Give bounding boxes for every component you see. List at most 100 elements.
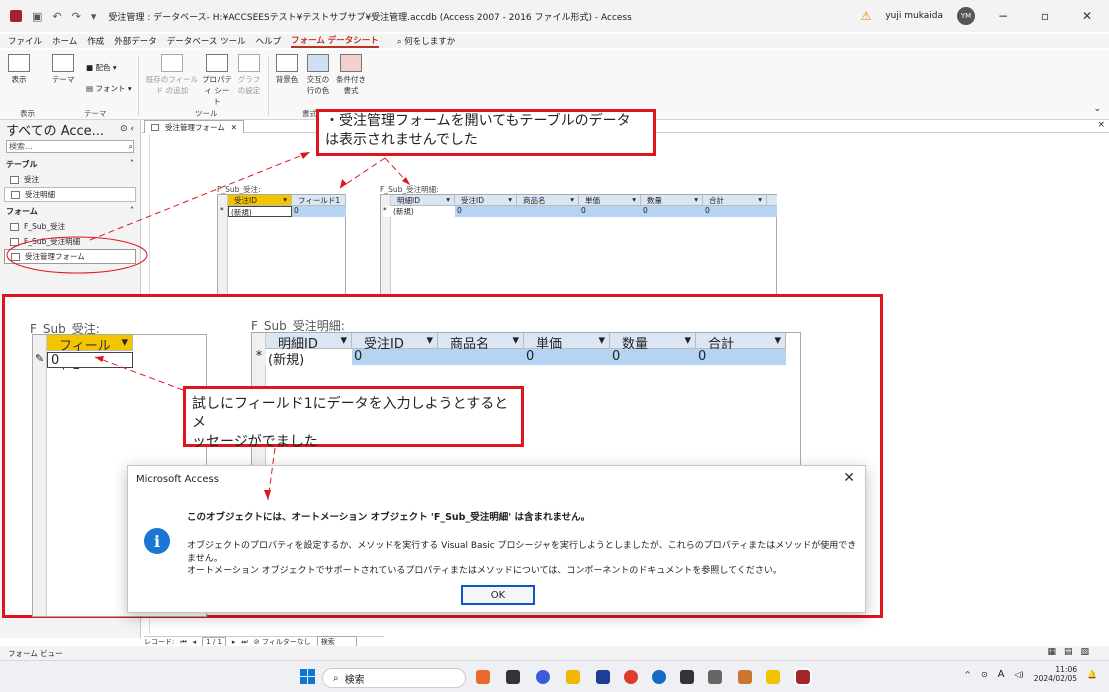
cell[interactable]: 0 bbox=[455, 206, 517, 217]
file-explorer-icon[interactable] bbox=[566, 670, 580, 684]
column-header[interactable]: 明細ID ▾ bbox=[266, 333, 352, 352]
fonts-button[interactable]: ▤ フォント ▾ bbox=[86, 83, 132, 94]
subform-order-details[interactable]: 明細ID ▾ 受注ID ▾ 商品名 ▾ 単価 ▾ 数量 ▾ 合計 ▾ * (新規) 0 0 … bbox=[380, 194, 777, 304]
nav-item-form-selected[interactable]: 受注管理フォーム bbox=[4, 249, 136, 264]
nav-item-table[interactable]: 受注明細 bbox=[4, 187, 136, 202]
column-header[interactable]: 受注ID ▾ bbox=[352, 333, 438, 352]
collapse-ribbon-icon[interactable]: ⌄ bbox=[1093, 104, 1101, 114]
cell[interactable] bbox=[517, 206, 579, 217]
windows-start-icon[interactable] bbox=[300, 669, 315, 684]
chevron-up-icon[interactable]: ^ bbox=[964, 670, 971, 679]
graph-settings-button[interactable]: グラフ の設定 bbox=[234, 54, 264, 96]
close-tab-icon[interactable]: ✕ bbox=[231, 123, 237, 132]
column-header[interactable]: フィールド1▾ bbox=[47, 335, 133, 373]
subform-orders[interactable]: 受注ID ▾ フィールド1 * (新規) 0 bbox=[217, 194, 346, 304]
tab-home[interactable]: ホーム bbox=[52, 35, 77, 47]
table-row[interactable]: * (新規) 0 0 0 0 bbox=[383, 206, 777, 217]
field1-input[interactable]: 0 bbox=[47, 352, 133, 368]
cell[interactable]: (新規) bbox=[391, 206, 455, 217]
view-button[interactable]: 表示 bbox=[8, 54, 30, 85]
table-row[interactable]: * (新規) 0 0 0 0 bbox=[252, 349, 786, 368]
cell[interactable]: 0 bbox=[352, 349, 438, 365]
colors-button[interactable]: ■ 配色 ▾ bbox=[86, 62, 117, 73]
ok-button[interactable]: OK bbox=[461, 585, 535, 605]
prev-record-icon[interactable]: ◂ bbox=[193, 638, 197, 646]
save-icon[interactable]: ▣ bbox=[32, 10, 42, 23]
access-taskbar-icon[interactable] bbox=[794, 668, 812, 686]
user-name[interactable]: yuji mukaida bbox=[885, 11, 943, 21]
column-header[interactable]: 商品名 ▾ bbox=[517, 195, 579, 205]
cell[interactable]: (新規) bbox=[266, 349, 352, 368]
chat-icon[interactable] bbox=[536, 670, 550, 684]
nav-item-form[interactable]: F_Sub_受注 bbox=[0, 219, 140, 234]
tab-external-data[interactable]: 外部データ bbox=[114, 35, 157, 47]
redo-icon[interactable]: ↷ bbox=[72, 10, 81, 23]
next-record-icon[interactable]: ▸ bbox=[232, 638, 236, 646]
avatar[interactable]: YM bbox=[957, 7, 975, 25]
cell[interactable]: 0 bbox=[292, 206, 346, 217]
column-header[interactable]: 合計 ▾ bbox=[696, 333, 786, 352]
view-switcher-icons[interactable]: ▦▤▧ bbox=[1047, 647, 1097, 657]
warning-icon[interactable]: ⚠ bbox=[861, 9, 872, 23]
taskbar-search[interactable]: ⌕ 検索 bbox=[322, 668, 466, 688]
column-header[interactable]: 受注ID ▾ bbox=[455, 195, 517, 205]
add-existing-fields-button[interactable]: 既存のフィールド の追加 bbox=[144, 54, 200, 96]
minimize-button[interactable]: − bbox=[989, 9, 1017, 23]
dialog-close-icon[interactable]: ✕ bbox=[843, 470, 855, 486]
restore-button[interactable]: ▫ bbox=[1031, 9, 1059, 23]
column-header[interactable]: 単価 ▾ bbox=[524, 333, 610, 352]
chrome-icon[interactable] bbox=[624, 670, 638, 684]
cell[interactable]: 0 bbox=[703, 206, 767, 217]
property-sheet-button[interactable]: プロパティ シート bbox=[202, 54, 232, 107]
nav-section-tables[interactable]: テーブル ˄ bbox=[0, 155, 140, 172]
cell[interactable]: 0 bbox=[696, 349, 786, 365]
network-icon[interactable]: ⊙ bbox=[981, 670, 988, 679]
undo-icon[interactable]: ↶ bbox=[52, 10, 61, 23]
app-icon[interactable] bbox=[766, 670, 780, 684]
column-header[interactable]: 数量 ▾ bbox=[641, 195, 703, 205]
nav-item-table[interactable]: 受注 bbox=[0, 172, 140, 187]
tell-me-search[interactable]: ⌕ 何をしますか bbox=[397, 35, 455, 47]
customize-qa-icon[interactable]: ▾ bbox=[91, 10, 97, 23]
tab-help[interactable]: ヘルプ bbox=[256, 35, 282, 47]
nav-section-forms[interactable]: フォーム ˄ bbox=[0, 202, 140, 219]
tab-create[interactable]: 作成 bbox=[87, 35, 104, 47]
cell[interactable]: 0 bbox=[579, 206, 641, 217]
column-header[interactable]: 単価 ▾ bbox=[579, 195, 641, 205]
nav-header[interactable]: すべての Acce... ⊙ ‹ bbox=[0, 120, 140, 139]
cell[interactable] bbox=[438, 349, 524, 365]
close-document-icon[interactable]: × bbox=[1097, 120, 1105, 130]
cell[interactable]: 0 bbox=[610, 349, 696, 365]
clock[interactable]: 11:06 2024/02/05 bbox=[1034, 665, 1077, 683]
column-header[interactable]: 明細ID ▾ bbox=[391, 195, 455, 205]
tab-file[interactable]: ファイル bbox=[8, 35, 42, 47]
speaker-icon[interactable]: ◁) bbox=[1015, 670, 1024, 679]
tab-document[interactable]: 受注管理フォーム ✕ bbox=[144, 120, 245, 133]
widgets-icon[interactable] bbox=[476, 670, 490, 684]
task-view-icon[interactable] bbox=[506, 670, 520, 684]
theme-button[interactable]: テーマ bbox=[52, 54, 75, 85]
column-header[interactable]: 合計 ▾ bbox=[703, 195, 767, 205]
table-row[interactable]: * (新規) 0 bbox=[220, 206, 346, 217]
nav-item-form[interactable]: F_Sub_受注明細 bbox=[0, 234, 140, 249]
column-header[interactable]: 受注ID ▾ bbox=[228, 195, 292, 205]
nav-menu-icon[interactable]: ⊙ ‹ bbox=[120, 124, 134, 134]
alternate-row-color-button[interactable]: 交互の 行の色 bbox=[302, 54, 334, 96]
app-icon[interactable] bbox=[708, 670, 722, 684]
cell[interactable]: 0 bbox=[641, 206, 703, 217]
column-header[interactable]: 商品名 ▾ bbox=[438, 333, 524, 352]
conditional-format-button[interactable]: 条件付き 書式 bbox=[334, 54, 368, 96]
store-icon[interactable] bbox=[596, 670, 610, 684]
edge-icon[interactable] bbox=[652, 670, 666, 684]
tab-database-tools[interactable]: データベース ツール bbox=[167, 35, 246, 47]
column-header[interactable]: 数量 ▾ bbox=[610, 333, 696, 352]
column-header[interactable]: フィールド1 bbox=[292, 195, 346, 205]
app-icon[interactable] bbox=[738, 670, 752, 684]
nav-search-input[interactable]: 検索... ⌕ bbox=[6, 140, 134, 153]
cell[interactable]: (新規) bbox=[228, 206, 292, 217]
ime-indicator[interactable]: A bbox=[998, 669, 1005, 680]
tab-form-datasheet[interactable]: フォーム データシート bbox=[291, 34, 379, 48]
notification-icon[interactable]: 🔔 bbox=[1087, 670, 1097, 679]
app-icon[interactable] bbox=[680, 670, 694, 684]
close-button[interactable]: ✕ bbox=[1073, 9, 1101, 23]
